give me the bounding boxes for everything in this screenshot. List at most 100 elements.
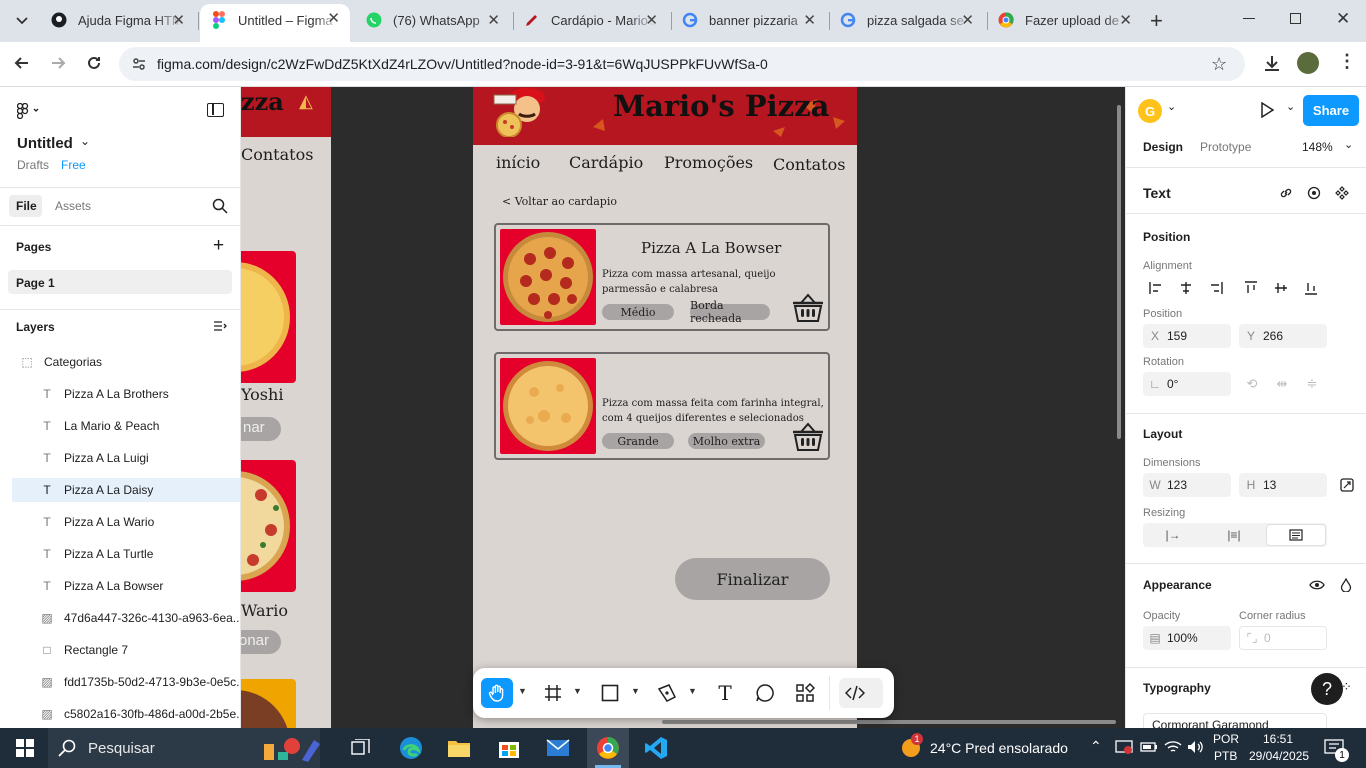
corner-radius-field[interactable]: ⌜⌟ 0 (1239, 626, 1327, 650)
show-hidden-icons-chevron-icon[interactable]: ⌃ (1090, 738, 1102, 755)
tab-ajuda-figma[interactable]: Ajuda Figma HTML ✕ (40, 6, 195, 34)
toggle-sidebar-icon[interactable] (207, 103, 224, 117)
text-tool-icon[interactable]: T (709, 678, 741, 708)
restore-icon[interactable] (1290, 13, 1301, 24)
component-icon[interactable] (1330, 181, 1354, 205)
typography-options-icon[interactable]: ⁘ (1341, 679, 1352, 695)
close-tab-icon[interactable]: ✕ (645, 11, 658, 29)
chevron-down-icon[interactable]: ▼ (631, 686, 640, 696)
minimize-icon[interactable] (1243, 18, 1255, 19)
chevron-down-icon[interactable]: ⌄ (1344, 138, 1353, 151)
layer-image[interactable]: ▨ 47d6a447-326c-4130-a963-6ea... (12, 606, 240, 630)
figma-menu-icon[interactable] (17, 103, 39, 119)
chevron-down-icon[interactable]: ▼ (688, 686, 697, 696)
width-value[interactable]: 123 (1167, 478, 1187, 492)
url-text[interactable]: figma.com/design/c2WzFwDdZ5KtXdZ4rLZOvv/… (157, 56, 768, 72)
clock-date[interactable]: 29/04/2025 (1249, 749, 1309, 763)
tab-cardapio[interactable]: Cardápio - Mario's ✕ (513, 6, 668, 34)
browser-menu-icon[interactable]: ⋮ (1338, 51, 1356, 72)
font-family-select[interactable]: Cormorant Garamond (1143, 713, 1327, 728)
hand-tool-icon[interactable] (481, 678, 513, 708)
layer-text[interactable]: T Pizza A La Turtle (12, 542, 240, 566)
plan-badge[interactable]: Free (61, 158, 86, 172)
file-menu-chevron-icon[interactable]: ⌄ (80, 134, 90, 148)
close-tab-icon[interactable]: ✕ (327, 9, 340, 27)
bookmark-star-icon[interactable]: ☆ (1211, 54, 1227, 75)
windows-start-icon[interactable] (10, 734, 40, 762)
present-play-icon[interactable] (1260, 102, 1274, 118)
tab-pizza-salgada[interactable]: pizza salgada se ✕ (829, 6, 984, 34)
horizontal-scrollbar[interactable] (662, 720, 1116, 724)
visibility-eye-icon[interactable] (1305, 573, 1329, 597)
volume-icon[interactable] (1186, 739, 1204, 755)
weather-text[interactable]: 24°C Pred ensolarado (930, 740, 1068, 756)
align-top-icon[interactable] (1239, 276, 1263, 300)
chevron-down-icon[interactable]: ⌄ (1286, 100, 1295, 113)
tab-whatsapp[interactable]: (76) WhatsApp ✕ (355, 6, 510, 34)
fixed-size-icon[interactable] (1266, 524, 1326, 546)
file-explorer-icon[interactable] (444, 734, 474, 762)
align-center-icon[interactable] (1174, 276, 1198, 300)
width-field[interactable]: W 123 (1143, 473, 1231, 497)
mail-icon[interactable] (543, 734, 573, 762)
chevron-down-icon[interactable]: ⌄ (1167, 100, 1176, 113)
dev-mode-toggle[interactable] (839, 678, 883, 708)
flip-horizontal-icon[interactable]: ⇹ (1270, 372, 1294, 396)
frame-categorias[interactable]: zza ◭ Contatos Yoshi nar Wario onar (241, 87, 331, 728)
close-tab-icon[interactable]: ✕ (961, 11, 974, 29)
reload-icon[interactable] (84, 53, 104, 73)
battery-icon[interactable] (1140, 741, 1158, 753)
tab-banner-pizzaria[interactable]: banner pizzaria ✕ (671, 6, 826, 34)
auto-height-icon[interactable]: |≡| (1222, 523, 1246, 547)
close-tab-icon[interactable]: ✕ (172, 11, 185, 29)
chevron-down-icon[interactable]: ▼ (573, 686, 582, 696)
close-tab-icon[interactable]: ✕ (487, 11, 500, 29)
resources-tool-icon[interactable] (789, 678, 821, 708)
opacity-field[interactable]: ▤ 100% (1143, 626, 1231, 650)
language-primary[interactable]: POR (1213, 732, 1239, 746)
edge-icon[interactable] (396, 734, 426, 762)
forward-icon[interactable] (48, 53, 68, 73)
tab-prototype[interactable]: Prototype (1200, 140, 1251, 154)
align-middle-icon[interactable] (1269, 276, 1293, 300)
pen-tool-icon[interactable] (651, 678, 683, 708)
rotation-value[interactable]: 0° (1167, 377, 1178, 391)
taskbar-search-placeholder[interactable]: Pesquisar (88, 740, 155, 757)
x-value[interactable]: 159 (1167, 329, 1187, 343)
vertical-scrollbar[interactable] (1117, 105, 1121, 439)
download-icon[interactable] (1262, 53, 1282, 73)
tab-search-icon[interactable] (10, 9, 34, 33)
layer-text[interactable]: T Pizza A La Brothers (12, 382, 240, 406)
align-bottom-icon[interactable] (1299, 276, 1323, 300)
search-icon[interactable] (212, 198, 228, 214)
microsoft-store-icon[interactable] (494, 734, 524, 762)
comment-tool-icon[interactable] (749, 678, 781, 708)
tab-fazer-upload[interactable]: Fazer upload de ✕ (987, 6, 1142, 34)
opacity-value[interactable]: 100% (1167, 631, 1198, 645)
language-secondary[interactable]: PTB (1214, 749, 1237, 763)
page-item[interactable]: Page 1 (16, 276, 55, 290)
layer-text[interactable]: T Pizza A La Wario (12, 510, 240, 534)
align-right-icon[interactable] (1204, 276, 1228, 300)
height-value[interactable]: 13 (1263, 478, 1276, 492)
vscode-icon[interactable] (641, 734, 671, 762)
rotate-icon[interactable]: ⟲ (1240, 372, 1264, 396)
rectangle-tool-icon[interactable] (594, 678, 626, 708)
layer-frame[interactable]: ⬚ Categorias (12, 350, 240, 374)
constrain-proportions-icon[interactable] (1335, 473, 1359, 497)
user-avatar[interactable]: G (1138, 99, 1162, 123)
new-tab-icon[interactable]: + (1150, 8, 1163, 34)
clock-time[interactable]: 16:51 (1263, 732, 1293, 746)
frame-tool-icon[interactable] (537, 678, 569, 708)
layer-text[interactable]: T Pizza A La Luigi (12, 446, 240, 470)
y-value[interactable]: 266 (1263, 329, 1283, 343)
layer-rectangle[interactable]: □ Rectangle 7 (12, 638, 240, 662)
wifi-icon[interactable] (1164, 739, 1182, 755)
tab-file[interactable]: File (16, 199, 37, 213)
style-settings-icon[interactable] (1302, 181, 1326, 205)
close-tab-icon[interactable]: ✕ (803, 11, 816, 29)
tab-untitled-figma[interactable]: Untitled – Figma ✕ (200, 4, 350, 42)
flip-vertical-icon[interactable]: ≑ (1300, 372, 1324, 396)
align-left-icon[interactable] (1144, 276, 1168, 300)
share-button[interactable]: Share (1303, 95, 1359, 126)
